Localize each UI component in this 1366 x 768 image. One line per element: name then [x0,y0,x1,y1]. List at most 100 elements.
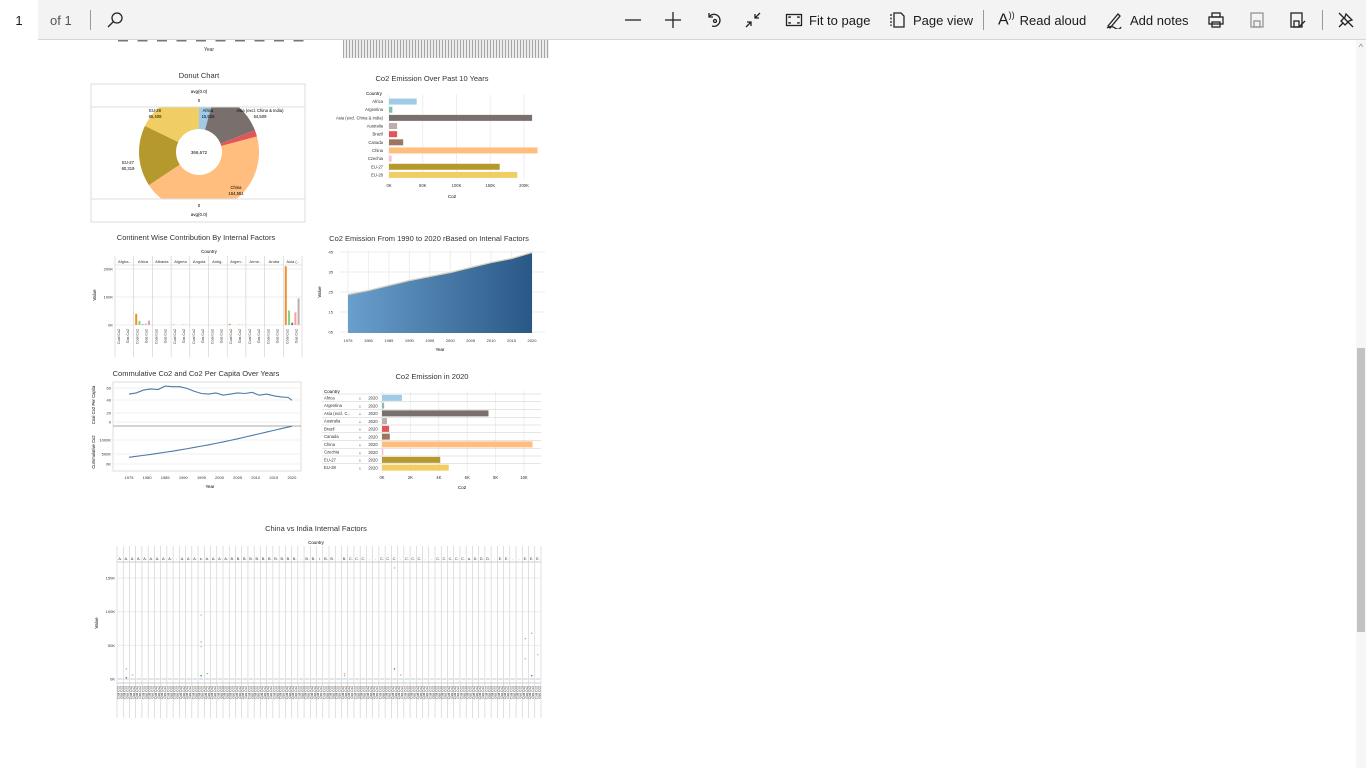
column-header: C. [386,557,390,561]
scrollbar-thumb[interactable] [1357,348,1365,632]
bar [141,324,144,325]
y-tick-label: 25 [329,290,334,295]
top-fragment: Year [118,40,304,53]
fit-to-page-button[interactable]: Fit to page [785,0,870,40]
column-header: A. [218,557,222,561]
column-header: . [369,557,370,561]
column-header: A. [149,557,153,561]
bar [382,394,402,401]
measure-label: Coal Co2 [229,329,233,344]
scroll-up-arrow-icon[interactable]: ^ [1356,42,1366,52]
year-label: 2020 [368,403,378,408]
donut-slice-value: 164,551 [228,191,244,196]
y-tick-label: 100K [104,295,114,300]
cumulative-title: Commulative Co2 and Co2 Per Capita Over … [113,369,280,378]
page-number-input[interactable]: 1 [0,0,38,40]
donut-top-header: avg(0.0) [191,89,208,94]
category-label: Argentina [365,107,384,112]
y-tick-label: 60 [107,386,112,391]
column-header: Angola [193,259,206,264]
search-icon[interactable] [106,0,124,40]
category-label: Czechia [368,156,384,161]
column-header: D. [474,557,478,561]
zoom-out-icon[interactable] [624,0,642,40]
sort-icon: ⇣ [359,428,362,432]
measure-label: Gas Co2 [145,329,149,343]
fit-page-icon [785,13,803,27]
column-header: C. [349,557,353,561]
add-notes-button[interactable]: Add notes [1105,0,1189,40]
sort-icon: ⇣ [359,443,362,447]
measure-label: Gas Co2 [537,686,541,699]
scatter-point [200,645,202,648]
x-tick-label: 4K [436,475,441,480]
add-notes-label: Add notes [1130,12,1189,28]
vertical-scrollbar[interactable]: ^ [1356,40,1366,768]
pin-icon[interactable] [1337,0,1355,40]
column-header: B. [280,557,284,561]
category-label: China [372,148,384,153]
x-tick-label: 0K [379,475,384,480]
y-tick-label: 200K [104,267,114,272]
category-label: EU-28 [371,172,384,177]
column-header: C. [405,557,409,561]
area-ylabel: Value [317,286,322,298]
measure-label: Gas Co2 [257,329,261,343]
y-tick-label: 20 [107,411,112,416]
sort-icon: ⇣ [359,412,362,416]
scatter-point [200,674,202,677]
dashboard-charts: Year Donut Chart avg(0.0) 0 0 avg(0.0) A… [90,40,545,718]
bar [294,312,297,325]
area-series [348,253,532,333]
bar [382,425,390,432]
scatter-point [131,674,134,676]
rotate-icon[interactable] [705,0,723,40]
line-series [128,425,293,458]
x-tick-label: 150K [485,183,495,188]
bar [382,449,384,456]
save-icon[interactable] [1248,0,1266,40]
category-label: Brazil [373,132,384,137]
bar10-title: Co2 Emission Over Past 10 Years [376,74,489,83]
divider [1322,10,1323,30]
pdf-toolbar: 1 of 1 Fit to page Page view A)) Read alo… [0,0,1366,40]
donut-slice-value: 65,408 [149,114,162,119]
x-tick-label: 50K [419,183,427,188]
measure-label: Coal Co2 [211,329,215,344]
zoom-in-icon[interactable] [664,0,682,40]
read-aloud-button[interactable]: A)) Read aloud [998,0,1086,40]
cumulative-xlabel: Year [205,484,215,489]
y-tick-label: 150K [106,576,116,581]
y2020-row-header: Country [324,389,341,394]
y-tick-label: 0K [108,323,113,328]
sort-icon: ⇣ [359,397,362,401]
collapse-icon[interactable] [744,0,762,40]
bar [389,139,404,146]
scatter-point [200,614,202,616]
column-header: i. [319,557,321,561]
measure-label: Coal Co2 [285,329,289,344]
print-icon[interactable] [1207,0,1225,40]
y2020-xlabel: Co2 [458,485,467,490]
save-as-icon[interactable] [1288,0,1306,40]
column-header: E. [505,557,509,561]
scatter-point [530,632,533,635]
sort-icon: ⇣ [359,466,362,470]
measure-label: Gas Co2 [201,329,205,343]
column-header: B. [305,557,309,561]
y-tick-label: 100K [106,609,116,614]
bar [389,155,392,162]
donut-slice-name: Asia (excl. China & India) [236,108,284,113]
x-tick-label: 2015 [269,475,279,480]
y2020-title: Co2 Emission in 2020 [396,372,469,381]
column-header: B. [249,557,253,561]
category-label: Argentina [324,403,343,408]
column-header: A. [168,557,172,561]
column-header: D. [486,557,490,561]
page-view-button[interactable]: Page view [889,0,973,40]
fit-to-page-label: Fit to page [809,12,871,28]
x-tick-label: 1975 [344,338,354,343]
column-header: Aruba [269,259,280,264]
column-header: C. [355,557,359,561]
x-tick-label: 1975 [125,475,135,480]
